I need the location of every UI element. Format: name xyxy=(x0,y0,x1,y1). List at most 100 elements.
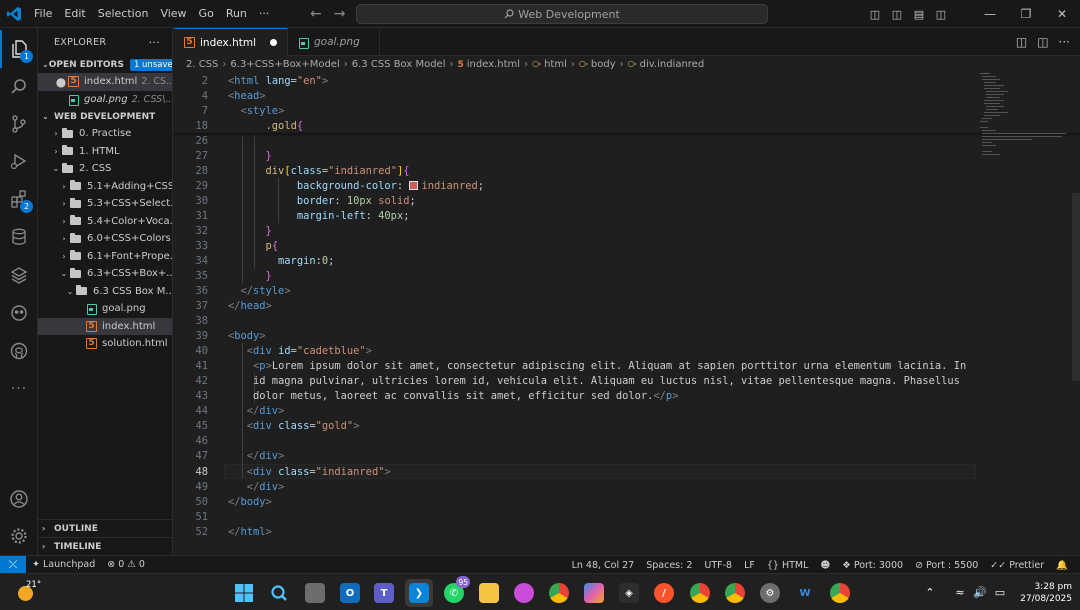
taskbar-chrome[interactable] xyxy=(545,579,573,607)
back-arrow-icon[interactable]: ← xyxy=(310,6,322,22)
tree-folder[interactable]: › 0. Practise xyxy=(38,125,172,143)
notifications-bell-icon[interactable]: 🔔 xyxy=(1050,560,1074,571)
menu-go[interactable]: Go xyxy=(193,0,220,28)
run-debug-icon[interactable] xyxy=(0,142,38,180)
menu-edit[interactable]: Edit xyxy=(58,0,91,28)
tree-folder[interactable]: › 1. HTML xyxy=(38,143,172,161)
launchpad-button[interactable]: ✦ Launchpad xyxy=(26,559,101,570)
source-control-icon[interactable] xyxy=(0,105,38,143)
layers-icon[interactable] xyxy=(0,256,38,294)
settings-gear-icon[interactable] xyxy=(0,517,38,555)
tree-folder[interactable]: › 5.1+Adding+CSS xyxy=(38,178,172,196)
taskbar-davinci[interactable]: ◈ xyxy=(615,579,643,607)
toggle-sidebar-icon[interactable]: ◫ xyxy=(886,0,908,28)
copilot-icon[interactable]: ☻ xyxy=(814,560,836,571)
weather-widget[interactable]: 21° xyxy=(14,580,41,604)
taskbar-settings[interactable]: ⚙ xyxy=(756,579,784,607)
more-actions-icon[interactable]: ··· xyxy=(1059,35,1070,49)
breadcrumb-item[interactable]: index.html xyxy=(467,59,520,70)
explorer-icon[interactable]: 1 xyxy=(0,30,38,68)
open-editor-index-html[interactable]: ● 5 index.html 2. CS... xyxy=(38,73,172,91)
port-3000[interactable]: ❖ Port: 3000 xyxy=(836,560,909,571)
taskbar-chrome-profile-2[interactable] xyxy=(721,579,749,607)
timeline-section[interactable]: › TIMELINE xyxy=(38,537,172,555)
search-view-icon[interactable] xyxy=(0,68,38,106)
taskbar-chrome-profile-3[interactable] xyxy=(826,579,854,607)
restore-icon[interactable]: ❐ xyxy=(1008,0,1044,28)
forward-arrow-icon[interactable]: → xyxy=(334,6,346,22)
taskbar-teams[interactable]: T xyxy=(370,579,398,607)
tree-folder-open[interactable]: ⌄ 6.3 CSS Box M... xyxy=(38,283,172,301)
workspace-section[interactable]: ⌄ WEB DEVELOPMENT xyxy=(38,108,172,125)
clock[interactable]: 3:28 pm 27/08/2025 xyxy=(1010,581,1080,605)
tab-goal-png[interactable]: goal.png xyxy=(288,28,380,56)
tree-folder-open[interactable]: ⌄ 2. CSS xyxy=(38,160,172,178)
wifi-icon[interactable]: ≈ xyxy=(950,586,970,599)
breadcrumb-item[interactable]: html xyxy=(544,59,567,70)
encoding[interactable]: UTF-8 xyxy=(698,560,738,571)
extensions-icon[interactable]: 2 xyxy=(0,180,38,218)
end-of-line[interactable]: LF xyxy=(738,560,761,571)
menu-more[interactable]: ··· xyxy=(253,0,276,28)
taskbar-outlook[interactable]: O xyxy=(336,579,364,607)
tab-index-html[interactable]: 5 index.html xyxy=(174,28,288,56)
accounts-icon[interactable] xyxy=(0,480,38,518)
problems-indicator[interactable]: ⊗ 0 ⚠ 0 xyxy=(101,559,151,570)
taskbar-search[interactable] xyxy=(265,579,293,607)
vertical-scrollbar[interactable] xyxy=(1072,193,1080,381)
menu-file[interactable]: File xyxy=(28,0,58,28)
code-editor[interactable]: 2 <html lang="en"> 4 <head> 7 <style> 18 .… xyxy=(174,73,1080,555)
breadcrumb-item[interactable]: body xyxy=(591,59,616,70)
outline-section[interactable]: › OUTLINE xyxy=(38,519,172,537)
menu-view[interactable]: View xyxy=(154,0,192,28)
tree-folder[interactable]: › 5.4+Color+Voca... xyxy=(38,213,172,231)
open-editors-section[interactable]: ⌄ OPEN EDITORS 1 unsaved xyxy=(38,56,172,73)
minimize-icon[interactable]: — xyxy=(972,0,1008,28)
cursor-position[interactable]: Ln 48, Col 27 xyxy=(566,560,641,571)
battery-icon[interactable]: ▭ xyxy=(990,586,1010,599)
taskbar-app-purple[interactable] xyxy=(510,579,538,607)
database-icon[interactable] xyxy=(0,218,38,256)
task-view[interactable] xyxy=(301,579,329,607)
live-share-icon[interactable] xyxy=(0,294,38,332)
customize-layout-icon[interactable]: ◫ xyxy=(864,0,886,28)
tree-folder-open[interactable]: ⌄ 6.3+CSS+Box+... xyxy=(38,265,172,283)
taskbar-file-explorer[interactable] xyxy=(475,579,503,607)
tree-file-index-html[interactable]: 5 index.html xyxy=(38,317,172,335)
language-mode[interactable]: {} HTML xyxy=(761,560,815,571)
unsaved-dot-icon[interactable] xyxy=(269,39,277,46)
menu-selection[interactable]: Selection xyxy=(92,0,155,28)
breadcrumb-item[interactable]: 2. CSS xyxy=(186,59,218,70)
tree-file-solution-html[interactable]: 5 solution.html xyxy=(38,335,172,353)
start-button[interactable] xyxy=(230,579,258,607)
toggle-panel-icon[interactable]: ▤ xyxy=(908,0,930,28)
tray-overflow-icon[interactable]: ⌃ xyxy=(920,586,940,599)
indentation[interactable]: Spaces: 2 xyxy=(640,560,698,571)
explorer-more-icon[interactable]: ··· xyxy=(149,36,160,49)
taskbar-vscode[interactable]: ❯ xyxy=(405,579,433,607)
github-icon[interactable] xyxy=(0,332,38,370)
taskbar-app-w[interactable]: W xyxy=(791,579,819,607)
tree-folder[interactable]: › 6.1+Font+Prope... xyxy=(38,248,172,266)
color-swatch-indianred[interactable] xyxy=(409,181,419,191)
taskbar-brave[interactable]: / xyxy=(650,579,678,607)
tree-folder[interactable]: › 5.3+CSS+Select... xyxy=(38,195,172,213)
prettier[interactable]: ✓✓ Prettier xyxy=(984,560,1050,571)
tree-folder[interactable]: › 6.0+CSS+Colors xyxy=(38,230,172,248)
taskbar-chrome-profile-k[interactable] xyxy=(686,579,714,607)
remote-indicator-icon[interactable]: ⤫ xyxy=(0,555,26,574)
minimap[interactable] xyxy=(976,73,1066,163)
menu-run[interactable]: Run xyxy=(220,0,253,28)
more-views-icon[interactable]: ··· xyxy=(0,370,38,408)
live-server-port[interactable]: ⊘ Port : 5500 xyxy=(909,560,984,571)
taskbar-whatsapp[interactable]: ✆ 95 xyxy=(440,576,470,607)
toggle-secondary-sidebar-icon[interactable]: ◫ xyxy=(930,0,952,28)
taskbar-copilot[interactable] xyxy=(580,579,608,607)
close-icon[interactable]: ✕ xyxy=(1044,0,1080,28)
volume-icon[interactable]: 🔊 xyxy=(970,586,990,599)
breadcrumb-item[interactable]: 6.3 CSS Box Model xyxy=(352,59,446,70)
open-editor-goal-png[interactable]: goal.png 2. CSS\... xyxy=(38,91,172,109)
breadcrumb-item[interactable]: 6.3+CSS+Box+Model xyxy=(230,59,339,70)
breadcrumb-item[interactable]: div.indianred xyxy=(640,59,705,70)
tree-file-goal-png[interactable]: goal.png xyxy=(38,300,172,318)
